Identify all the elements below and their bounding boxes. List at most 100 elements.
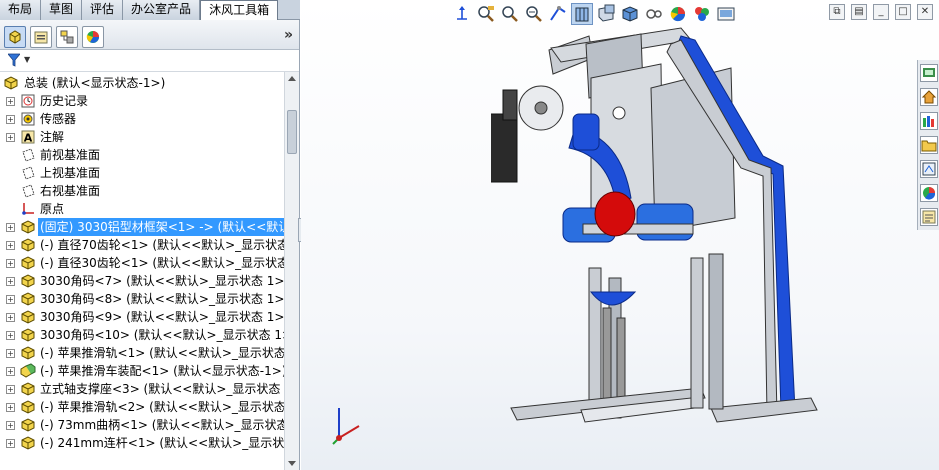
tree-item-label: (-) 241mm连杆<1> (默认<<默认>_显示状态	[40, 436, 284, 450]
tree-item[interactable]: 上视基准面	[0, 164, 284, 182]
part-icon	[20, 345, 36, 361]
property-manager-tab[interactable]	[30, 26, 52, 48]
configuration-manager-tab[interactable]	[56, 26, 78, 48]
feature-manager-icon	[8, 30, 22, 44]
gear-large	[518, 85, 564, 131]
assembly-root-icon	[3, 75, 19, 91]
home-icon[interactable]	[920, 88, 938, 106]
tree-item[interactable]: +3030角码<7> (默认<<默认>_显示状态 1>)	[0, 272, 284, 290]
expand-toggle-icon[interactable]: +	[6, 331, 15, 340]
reference-triad-icon[interactable]	[451, 3, 473, 25]
expand-toggle-icon[interactable]: +	[6, 385, 15, 394]
tree-item[interactable]: + (-) 241mm连杆<1> (默认<<默认>_显示状态	[0, 434, 284, 452]
collapse-panel-button[interactable]: »	[284, 26, 293, 44]
tree-item[interactable]: + 传感器	[0, 110, 284, 128]
scroll-down-icon[interactable]	[288, 461, 296, 466]
tree-item[interactable]: + (-) 直径70齿轮<1> (默认<<默认>_显示状态	[0, 236, 284, 254]
tree-item-label: 3030角码<8> (默认<<默认>_显示状态 1>)	[40, 292, 284, 306]
part-icon	[20, 219, 36, 235]
tree-item-label: (-) 直径30齿轮<1> (默认<<默认>_显示状态	[40, 256, 284, 270]
custom-properties-icon[interactable]	[920, 208, 938, 226]
filter-bar: ▼	[0, 50, 299, 72]
expand-toggle-icon[interactable]: +	[6, 277, 15, 286]
tree-item-label: (固定) 3030铝型材框架<1> -> (默认<<默认	[38, 218, 284, 236]
part-icon	[20, 237, 36, 253]
part-icon	[20, 309, 36, 325]
tree-item[interactable]: 原点	[0, 200, 284, 218]
expand-toggle-icon[interactable]: +	[6, 421, 15, 430]
expand-toggle-icon[interactable]: +	[6, 313, 15, 322]
tab-2[interactable]: 评估	[82, 0, 124, 20]
expand-toggle-icon[interactable]: +	[6, 349, 15, 358]
file-explorer-icon[interactable]	[920, 136, 938, 154]
tab-4[interactable]: 沐风工具箱	[200, 0, 279, 21]
resources-icon[interactable]	[920, 64, 938, 82]
tree-item[interactable]: +3030角码<8> (默认<<默认>_显示状态 1>)	[0, 290, 284, 308]
expand-toggle-icon[interactable]: +	[6, 367, 15, 376]
expand-toggle-icon[interactable]: +	[6, 133, 15, 142]
design-library-icon[interactable]	[920, 112, 938, 130]
plane-icon	[20, 147, 36, 163]
assembly-model-view[interactable]	[491, 18, 911, 458]
configuration-manager-icon	[60, 30, 74, 44]
part-icon	[20, 417, 36, 433]
tree-item[interactable]: +3030角码<9> (默认<<默认>_显示状态 1>)	[0, 308, 284, 326]
expand-toggle-icon[interactable]: +	[6, 97, 15, 106]
expand-toggle-icon[interactable]: +	[6, 223, 15, 232]
tree-item[interactable]: 右视基准面	[0, 182, 284, 200]
tab-0[interactable]: 布局	[0, 0, 42, 20]
expand-toggle-icon[interactable]: +	[6, 259, 15, 268]
triad-x-axis-icon	[338, 425, 360, 439]
tree-item[interactable]: + (-) 直径30齿轮<1> (默认<<默认>_显示状态	[0, 254, 284, 272]
appearances-icon[interactable]	[920, 184, 938, 202]
property-manager-icon	[34, 30, 48, 44]
tree-item-label: (-) 苹果推滑轨<1> (默认<<默认>_显示状态	[40, 346, 284, 360]
tree-item[interactable]: + (-) 苹果推滑轨<2> (默认<<默认>_显示状态	[0, 398, 284, 416]
sensor-icon	[20, 111, 36, 127]
expand-toggle-icon[interactable]: +	[6, 295, 15, 304]
tab-1[interactable]: 草图	[41, 0, 83, 20]
tree-item[interactable]: + 历史记录	[0, 92, 284, 110]
tree-item[interactable]: +3030角码<10> (默认<<默认>_显示状态 1>	[0, 326, 284, 344]
filter-icon[interactable]	[8, 53, 20, 67]
part-icon	[20, 435, 36, 451]
plane-icon	[20, 165, 36, 181]
filter-dropdown-arrow-icon[interactable]: ▼	[24, 55, 30, 64]
assembly-icon	[20, 363, 36, 379]
tree-item[interactable]: + 立式轴支撑座<3> (默认<<默认>_显示状态 1	[0, 380, 284, 398]
tree-root-assembly[interactable]: 总装 (默认<显示状态-1>)	[0, 74, 284, 92]
scroll-up-icon[interactable]	[288, 76, 296, 81]
tree-item[interactable]: 前视基准面	[0, 146, 284, 164]
tree-item[interactable]: + (-) 73mm曲柄<1> (默认<<默认>_显示状态	[0, 416, 284, 434]
tree-item-label: 3030角码<9> (默认<<默认>_显示状态 1>)	[40, 310, 284, 324]
tree-item[interactable]: + A 注解	[0, 128, 284, 146]
expand-toggle-icon[interactable]: +	[6, 241, 15, 250]
close-icon[interactable]: ✕	[917, 4, 933, 20]
tree-item-label: 3030角码<10> (默认<<默认>_显示状态 1>	[40, 328, 284, 342]
svg-text:A: A	[24, 132, 33, 145]
expand-toggle-icon[interactable]: +	[6, 115, 15, 124]
tree-scrollbar[interactable]	[284, 72, 299, 470]
tree-root-label: 总装 (默认<显示状态-1>)	[24, 76, 166, 90]
tree-item[interactable]: + (固定) 3030铝型材框架<1> -> (默认<<默认	[0, 218, 284, 236]
task-pane-tabs	[917, 60, 939, 230]
part-icon	[20, 273, 36, 289]
tree-item[interactable]: + (-) 苹果推滑轨<1> (默认<<默认>_显示状态	[0, 344, 284, 362]
feature-manager-tab[interactable]	[4, 26, 26, 48]
expand-toggle-icon[interactable]: +	[6, 439, 15, 448]
tree-item-label: (-) 苹果推滑轨<2> (默认<<默认>_显示状态	[40, 400, 284, 414]
tab-3[interactable]: 办公室产品	[123, 0, 201, 20]
graphics-area[interactable]: ⧉ ▤ _ □ ✕	[301, 0, 939, 470]
tree-item-label: 原点	[40, 202, 65, 216]
feature-manager-panel: » ▼ 总装 (默认<显示状态-1>) + 历史记录 + 传感器 + A 注解 前视基准面 上视基…	[0, 20, 300, 470]
tree-item-label: 前视基准面	[40, 148, 101, 162]
annotation-icon: A	[20, 129, 36, 145]
scroll-thumb[interactable]	[287, 110, 297, 154]
tree-item[interactable]: + (-) 苹果推滑车装配<1> (默认<显示状态-1>)	[0, 362, 284, 380]
tree-item-label: 3030角码<7> (默认<<默认>_显示状态 1>)	[40, 274, 284, 288]
part-icon	[20, 399, 36, 415]
tree-item-label: (-) 苹果推滑车装配<1> (默认<显示状态-1>)	[40, 364, 284, 378]
view-palette-icon[interactable]	[920, 160, 938, 178]
display-manager-tab[interactable]	[82, 26, 104, 48]
expand-toggle-icon[interactable]: +	[6, 403, 15, 412]
